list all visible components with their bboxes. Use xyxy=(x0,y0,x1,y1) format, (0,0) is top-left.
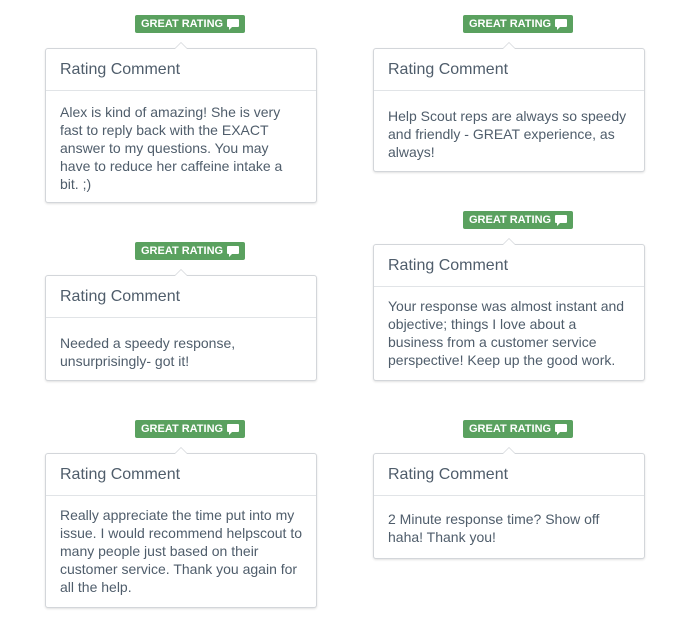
card-heading: Rating Comment xyxy=(46,49,316,91)
rating-comment-text: Help Scout reps are always so speedy and… xyxy=(388,108,627,160)
great-rating-badge: GREAT RATING xyxy=(135,420,246,438)
great-rating-badge: GREAT RATING xyxy=(463,420,574,438)
card-heading: Rating Comment xyxy=(374,245,644,287)
badge-label: GREAT RATING xyxy=(141,18,224,30)
speech-bubble-icon xyxy=(555,215,568,226)
rating-comment-card: Rating Comment Alex is kind of amazing! … xyxy=(45,42,317,203)
badge-label: GREAT RATING xyxy=(141,245,224,257)
badge-label: GREAT RATING xyxy=(469,423,552,435)
speech-bubble-icon xyxy=(227,246,240,257)
rating-comment-text: Needed a speedy response, unsurprisingly… xyxy=(60,335,236,369)
rating-comment-card: Rating Comment Help Scout reps are alway… xyxy=(373,42,645,172)
rating-comment-text: 2 Minute response time? Show off haha! T… xyxy=(388,511,600,545)
great-rating-badge: GREAT RATING xyxy=(135,15,246,33)
speech-bubble-icon xyxy=(555,424,568,435)
badge-label: GREAT RATING xyxy=(141,423,224,435)
speech-bubble-icon xyxy=(227,424,240,435)
speech-bubble-icon xyxy=(555,19,568,30)
rating-comment-card: Rating Comment Really appreciate the tim… xyxy=(45,447,317,608)
rating-comment-text: Your response was almost instant and obj… xyxy=(388,298,625,368)
rating-comment-text: Alex is kind of amazing! She is very fas… xyxy=(60,104,283,192)
badge-label: GREAT RATING xyxy=(469,214,552,226)
card-heading: Rating Comment xyxy=(46,454,316,496)
badge-label: GREAT RATING xyxy=(469,18,552,30)
card-heading: Rating Comment xyxy=(374,49,644,91)
great-rating-badge: GREAT RATING xyxy=(463,15,574,33)
speech-bubble-icon xyxy=(227,19,240,30)
great-rating-badge: GREAT RATING xyxy=(463,211,574,229)
great-rating-badge: GREAT RATING xyxy=(135,242,246,260)
card-heading: Rating Comment xyxy=(46,276,316,318)
card-heading: Rating Comment xyxy=(374,454,644,496)
rating-comment-card: Rating Comment Needed a speedy response,… xyxy=(45,269,317,381)
rating-comment-card: Rating Comment Your response was almost … xyxy=(373,238,645,381)
rating-comment-text: Really appreciate the time put into my i… xyxy=(60,507,303,595)
rating-comment-card: Rating Comment 2 Minute response time? S… xyxy=(373,447,645,559)
